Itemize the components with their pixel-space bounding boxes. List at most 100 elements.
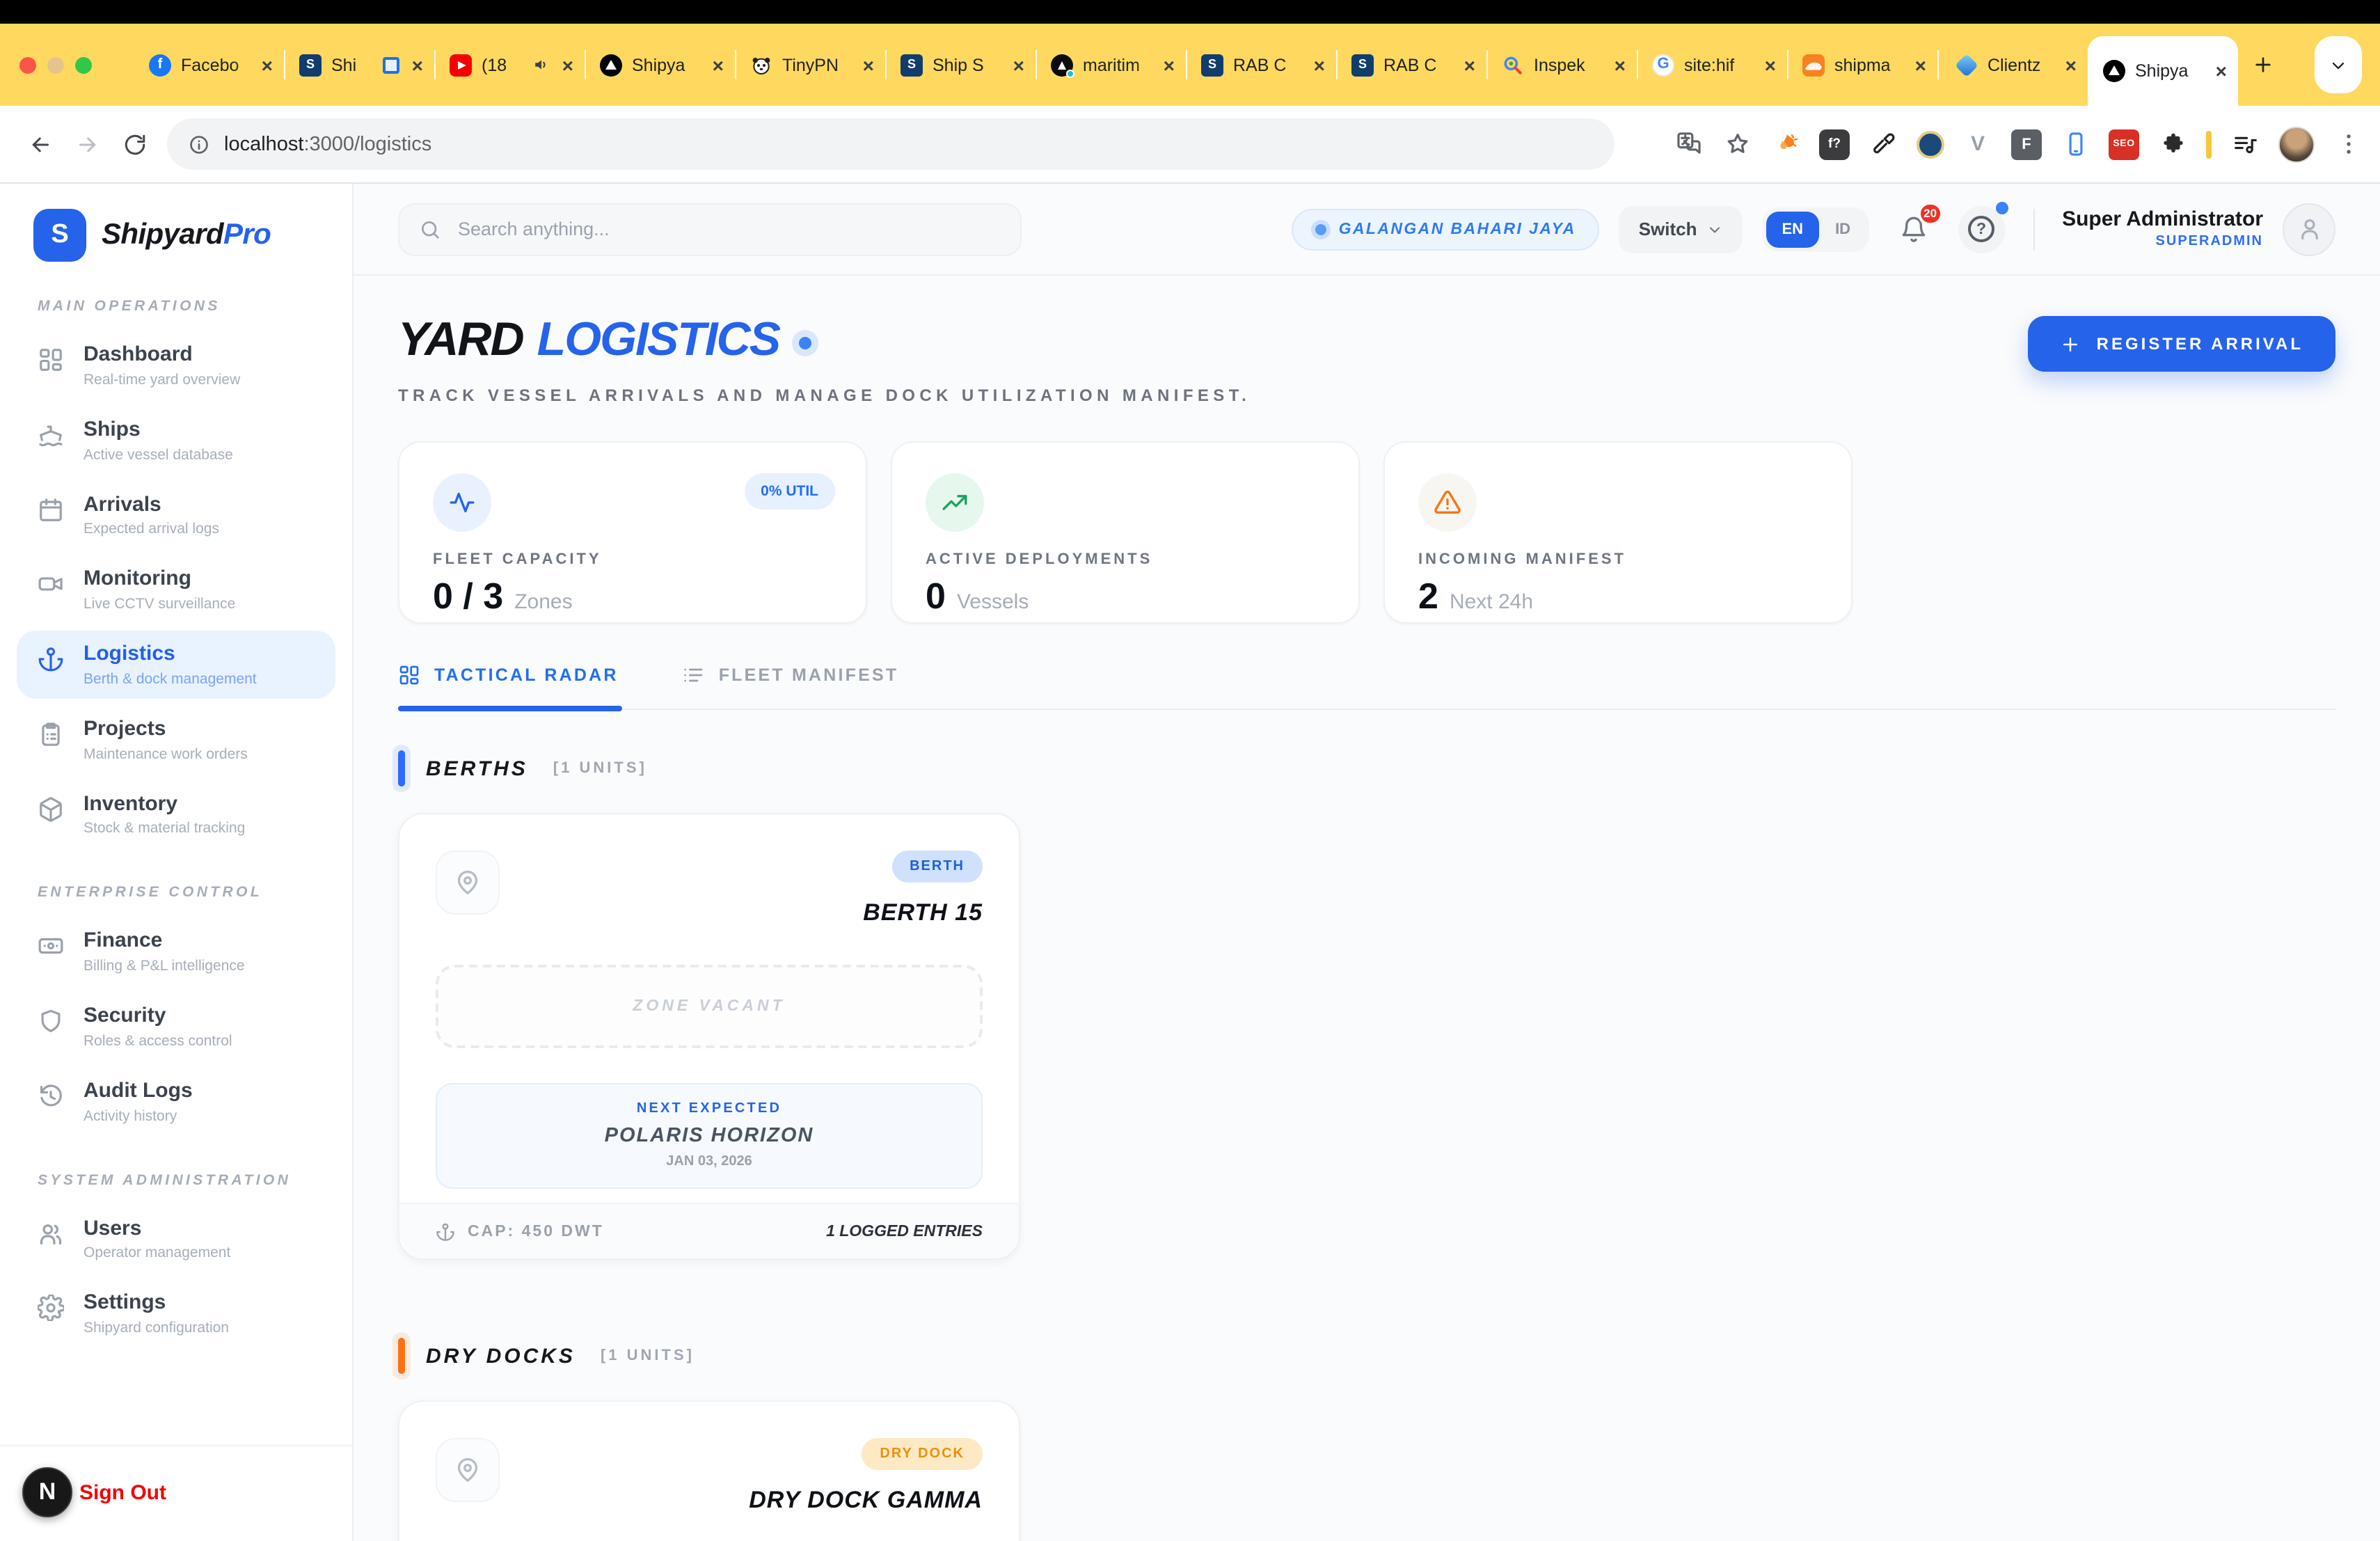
bookmark-star-icon[interactable] xyxy=(1722,129,1752,159)
tab-close-icon[interactable]: × xyxy=(1615,55,1626,74)
browser-tab[interactable]: (18 × xyxy=(434,24,585,106)
tab-close-icon[interactable]: × xyxy=(1013,55,1024,74)
back-icon[interactable] xyxy=(17,120,64,168)
sign-out-link[interactable]: Sign Out xyxy=(79,1480,166,1504)
media-controls-icon[interactable] xyxy=(2230,129,2260,159)
organization-badge[interactable]: GALANGAN BAHARI JAYA xyxy=(1292,208,1600,250)
tab-close-icon[interactable]: × xyxy=(713,55,724,74)
sidebar-item-security[interactable]: SecurityRoles & access control xyxy=(17,993,335,1061)
live-pulse-dot xyxy=(799,337,811,349)
browser-menu-icon[interactable] xyxy=(2333,129,2363,159)
vercel-favicon xyxy=(600,54,622,76)
phone-extension-icon[interactable] xyxy=(2060,129,2091,159)
sidebar-item-inventory[interactable]: InventoryStock & material tracking xyxy=(17,780,335,848)
browser-tab[interactable]: Shipya× xyxy=(2088,36,2238,106)
reload-icon[interactable] xyxy=(111,120,159,168)
close-window-button[interactable] xyxy=(19,56,36,73)
lang-en-button[interactable]: EN xyxy=(1767,211,1819,247)
sidebar-item-subtitle: Active vessel database xyxy=(84,446,233,463)
drydock-card[interactable]: DRY DOCK DRY DOCK GAMMA xyxy=(398,1400,1020,1541)
address-bar[interactable]: localhost:3000/logistics xyxy=(167,118,1615,170)
tab-fleet-manifest[interactable]: FLEET MANIFEST xyxy=(683,664,899,709)
view-tabs: TACTICAL RADAR FLEET MANIFEST xyxy=(398,664,2335,710)
notifications-button[interactable]: 20 xyxy=(1888,204,1938,254)
extensions-puzzle-icon[interactable] xyxy=(2157,129,2188,159)
sidebar-item-users[interactable]: UsersOperator management xyxy=(17,1205,335,1273)
eyedropper-extension-icon[interactable] xyxy=(1868,129,1898,159)
avatar[interactable] xyxy=(2283,203,2335,255)
sidebar-item-audit-logs[interactable]: Audit LogsActivity history xyxy=(17,1068,335,1136)
sidebar-item-finance[interactable]: FinanceBilling & P&L intelligence xyxy=(17,918,335,986)
switch-org-button[interactable]: Switch xyxy=(1619,205,1743,253)
browser-tab[interactable]: fFacebo× xyxy=(134,24,284,106)
tab-close-icon[interactable]: × xyxy=(412,55,423,74)
new-tab-button[interactable] xyxy=(2244,45,2283,84)
sidebar-item-title: Users xyxy=(84,1216,230,1242)
calendar-icon xyxy=(38,496,64,523)
berth-card[interactable]: BERTH BERTH 15 ZONE VACANT NEXT EXPECTED… xyxy=(398,813,1020,1260)
navy-badge-extension-icon[interactable] xyxy=(1917,130,1944,158)
search-input[interactable] xyxy=(398,203,1022,255)
section-title: BERTHS xyxy=(426,757,528,780)
forward-icon[interactable] xyxy=(64,120,111,168)
sidebar-item-arrivals[interactable]: ArrivalsExpected arrival logs xyxy=(17,481,335,549)
page-title: YARDLOGISTICS xyxy=(398,312,1251,368)
tab-close-icon[interactable]: × xyxy=(1915,55,1926,74)
tab-title: (18 xyxy=(482,55,533,74)
tab-close-icon[interactable]: × xyxy=(1164,55,1175,74)
browser-tab[interactable]: maritim × xyxy=(1036,24,1186,106)
search-field[interactable] xyxy=(455,217,1001,241)
page-heading: YARDLOGISTICS TRACK VESSEL ARRIVALS AND … xyxy=(398,312,1251,405)
browser-tab[interactable]: Shipya× xyxy=(585,24,735,106)
browser-tab[interactable]: SShip S× xyxy=(885,24,1036,106)
nextjs-dev-button[interactable]: N xyxy=(22,1467,72,1517)
font-ninja-extension-icon[interactable]: f? xyxy=(1819,129,1850,159)
browser-tab[interactable]: Clientz× xyxy=(1937,24,2088,106)
tab-title: maritim xyxy=(1083,55,1157,74)
tab-close-icon[interactable]: × xyxy=(1314,55,1325,74)
tab-title: site:hif xyxy=(1684,55,1758,74)
f-extension-icon[interactable]: F xyxy=(2011,129,2042,159)
facebook-favicon: f xyxy=(149,54,171,76)
sidebar-item-monitoring[interactable]: MonitoringLive CCTV surveillance xyxy=(17,556,335,624)
profile-avatar[interactable] xyxy=(2278,126,2315,162)
tab-close-icon[interactable]: × xyxy=(863,55,874,74)
tab-close-icon[interactable]: × xyxy=(562,55,573,74)
sidebar-item-ships[interactable]: ShipsActive vessel database xyxy=(17,406,335,475)
sidebar-item-dashboard[interactable]: DashboardReal-time yard overview xyxy=(17,331,335,400)
navy-favicon: S xyxy=(1201,54,1223,76)
flame-extension-icon[interactable] xyxy=(1770,129,1801,159)
tab-search-chevron-icon[interactable] xyxy=(2315,36,2362,93)
lang-id-button[interactable]: ID xyxy=(1821,211,1864,247)
sidebar-item-title: Arrivals xyxy=(84,492,219,519)
site-info-icon[interactable] xyxy=(188,133,210,155)
page-subtitle: TRACK VESSEL ARRIVALS AND MANAGE DOCK UT… xyxy=(398,386,1251,405)
brand[interactable]: S ShipyardPro xyxy=(0,184,352,262)
vue-devtools-extension-icon[interactable]: V xyxy=(1962,129,1993,159)
google-translate-icon[interactable] xyxy=(1673,129,1704,159)
browser-tab[interactable]: Gsite:hif× xyxy=(1637,24,1787,106)
browser-tab[interactable]: SShi× xyxy=(284,24,434,106)
berth-name: BERTH 15 xyxy=(863,899,983,927)
sidebar-item-projects[interactable]: ProjectsMaintenance work orders xyxy=(17,706,335,774)
stat-value: 0 xyxy=(926,575,946,618)
tab-close-icon[interactable]: × xyxy=(1464,55,1475,74)
register-arrival-button[interactable]: REGISTER ARRIVAL xyxy=(2029,316,2335,372)
browser-tab[interactable]: SRAB C× xyxy=(1186,24,1336,106)
tab-tactical-radar[interactable]: TACTICAL RADAR xyxy=(398,664,619,709)
seo-extension-icon[interactable]: SEO xyxy=(2109,129,2139,159)
browser-tab[interactable]: shipma× xyxy=(1787,24,1937,106)
sidebar-item-logistics[interactable]: LogisticsBerth & dock management xyxy=(17,631,335,699)
tab-close-icon[interactable]: × xyxy=(2065,55,2077,74)
tab-close-icon[interactable]: × xyxy=(262,55,273,74)
minimize-window-button[interactable] xyxy=(47,56,64,73)
tab-close-icon[interactable]: × xyxy=(2216,61,2227,81)
browser-tab[interactable]: SRAB C× xyxy=(1336,24,1486,106)
theme-accent-bar xyxy=(2206,130,2212,158)
help-button[interactable]: ? xyxy=(1958,205,2005,253)
browser-tab[interactable]: Inspek× xyxy=(1486,24,1637,106)
zoom-window-button[interactable] xyxy=(75,56,92,73)
tab-close-icon[interactable]: × xyxy=(1765,55,1776,74)
browser-tab[interactable]: TinyPN× xyxy=(735,24,885,106)
sidebar-item-settings[interactable]: SettingsShipyard configuration xyxy=(17,1280,335,1348)
